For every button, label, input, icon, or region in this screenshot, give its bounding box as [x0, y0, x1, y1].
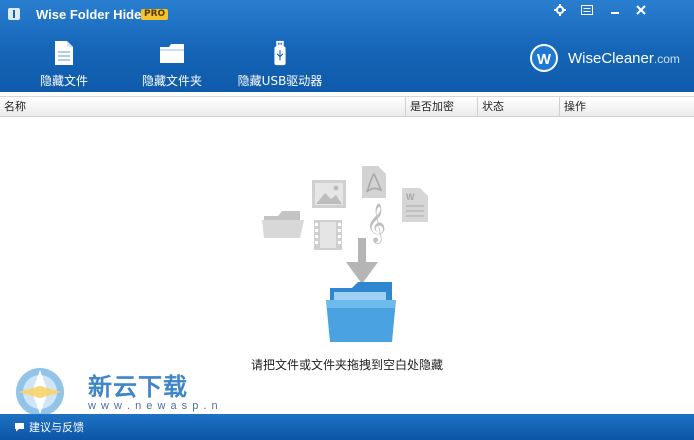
open-folder-icon — [326, 282, 396, 342]
folder-icon — [262, 211, 304, 238]
column-encrypted[interactable]: 是否加密 — [406, 97, 478, 116]
column-action[interactable]: 操作 — [560, 97, 694, 116]
title-bar: Wise Folder Hider PRO 隐藏文件 隐藏文件夹 隐藏USB驱动… — [0, 0, 694, 92]
feedback-link[interactable]: 建议与反馈 — [14, 419, 84, 435]
watermark-title: 新云下载 — [88, 373, 188, 401]
brand-text: WiseCleaner.com — [568, 50, 680, 67]
status-bar: 建议与反馈 — [0, 414, 694, 440]
usb-drive-icon — [274, 40, 286, 66]
music-note-icon: 𝄞 — [366, 203, 386, 244]
svg-text:𝄞: 𝄞 — [366, 203, 386, 244]
wisecleaner-logo: W — [530, 44, 558, 72]
file-table-header: 名称 是否加密 状态 操作 — [0, 96, 694, 117]
pdf-icon — [362, 166, 386, 198]
minimize-button[interactable] — [606, 2, 624, 18]
settings-button[interactable] — [551, 2, 569, 18]
word-doc-icon: W — [402, 188, 428, 222]
arrow-down-icon — [346, 238, 378, 284]
hide-folder-button[interactable]: 隐藏文件夹 — [112, 40, 232, 89]
hide-file-button[interactable]: 隐藏文件 — [4, 40, 124, 89]
app-logo-icon — [8, 8, 20, 20]
app-title: Wise Folder Hider — [36, 7, 147, 22]
wisecleaner-brand[interactable]: W WiseCleaner.com — [530, 42, 690, 74]
watermark: 新云下载 w w w . n e w a s p . n e t — [8, 362, 228, 424]
close-icon — [636, 5, 646, 15]
brand-domain: .com — [653, 52, 680, 66]
menu-button[interactable] — [578, 2, 596, 18]
hide-folder-label: 隐藏文件夹 — [141, 74, 202, 88]
svg-text:W: W — [406, 192, 415, 202]
close-button[interactable] — [632, 2, 650, 18]
brand-name: WiseCleaner — [568, 50, 654, 67]
pro-badge: PRO — [141, 9, 169, 20]
hide-usb-button[interactable]: 隐藏USB驱动器 — [220, 40, 340, 89]
speech-bubble-icon — [15, 423, 24, 432]
watermark-logo-icon — [16, 368, 64, 416]
image-icon — [312, 180, 346, 208]
column-status[interactable]: 状态 — [478, 97, 560, 116]
hide-usb-label: 隐藏USB驱动器 — [237, 74, 323, 88]
feedback-label: 建议与反馈 — [29, 421, 84, 434]
hide-file-label: 隐藏文件 — [39, 74, 88, 88]
folder-icon — [160, 44, 184, 63]
film-icon — [314, 220, 342, 250]
minimize-icon — [611, 12, 619, 14]
column-name[interactable]: 名称 — [0, 97, 406, 116]
menu-icon — [581, 5, 593, 15]
file-icon — [55, 41, 73, 65]
gear-icon — [554, 4, 566, 16]
